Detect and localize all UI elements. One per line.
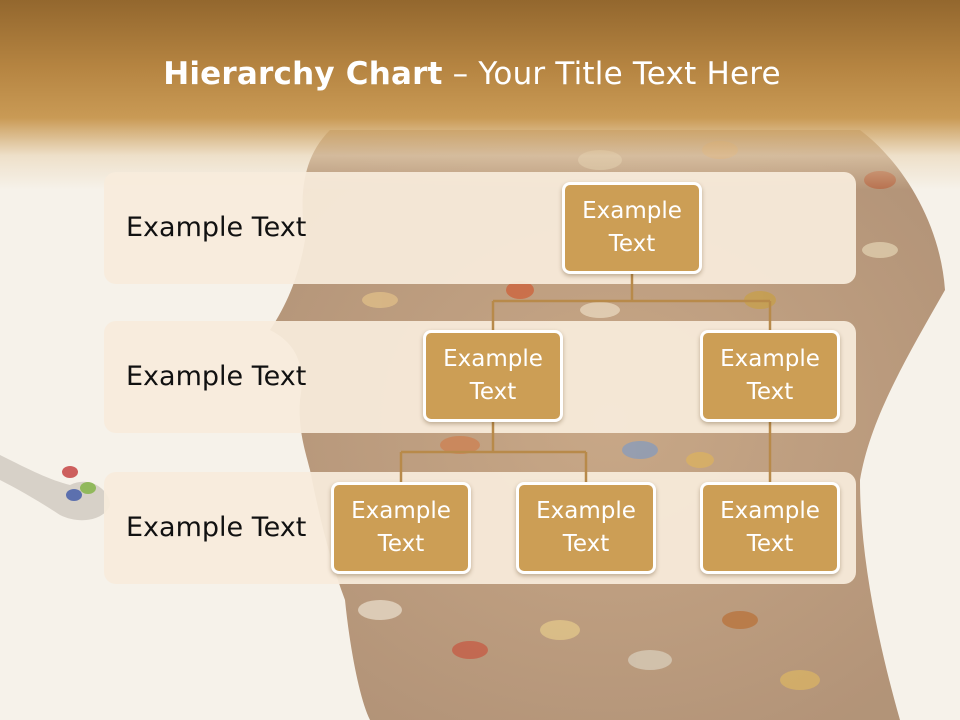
node-bottom-right-label: Example Text <box>720 498 820 557</box>
slide: Hierarchy Chart – Your Title Text Here E… <box>0 0 960 720</box>
header-band <box>0 0 960 190</box>
node-mid-right-label: Example Text <box>720 346 820 405</box>
node-bottom-middle-label: Example Text <box>536 498 636 557</box>
level-label-1: Example Text <box>126 212 307 243</box>
node-mid-left[interactable]: Example Text <box>423 330 563 422</box>
slide-title: Hierarchy Chart – Your Title Text Here <box>0 56 944 92</box>
node-root-label: Example Text <box>582 198 682 257</box>
node-mid-left-label: Example Text <box>443 346 543 405</box>
node-bottom-left-label: Example Text <box>351 498 451 557</box>
title-bold: Hierarchy Chart <box>163 56 443 92</box>
node-mid-right[interactable]: Example Text <box>700 330 840 422</box>
node-bottom-middle[interactable]: Example Text <box>516 482 656 574</box>
node-bottom-left[interactable]: Example Text <box>331 482 471 574</box>
node-root[interactable]: Example Text <box>562 182 702 274</box>
title-rest: – Your Title Text Here <box>442 56 781 92</box>
node-bottom-right[interactable]: Example Text <box>700 482 840 574</box>
level-label-2: Example Text <box>126 361 307 392</box>
